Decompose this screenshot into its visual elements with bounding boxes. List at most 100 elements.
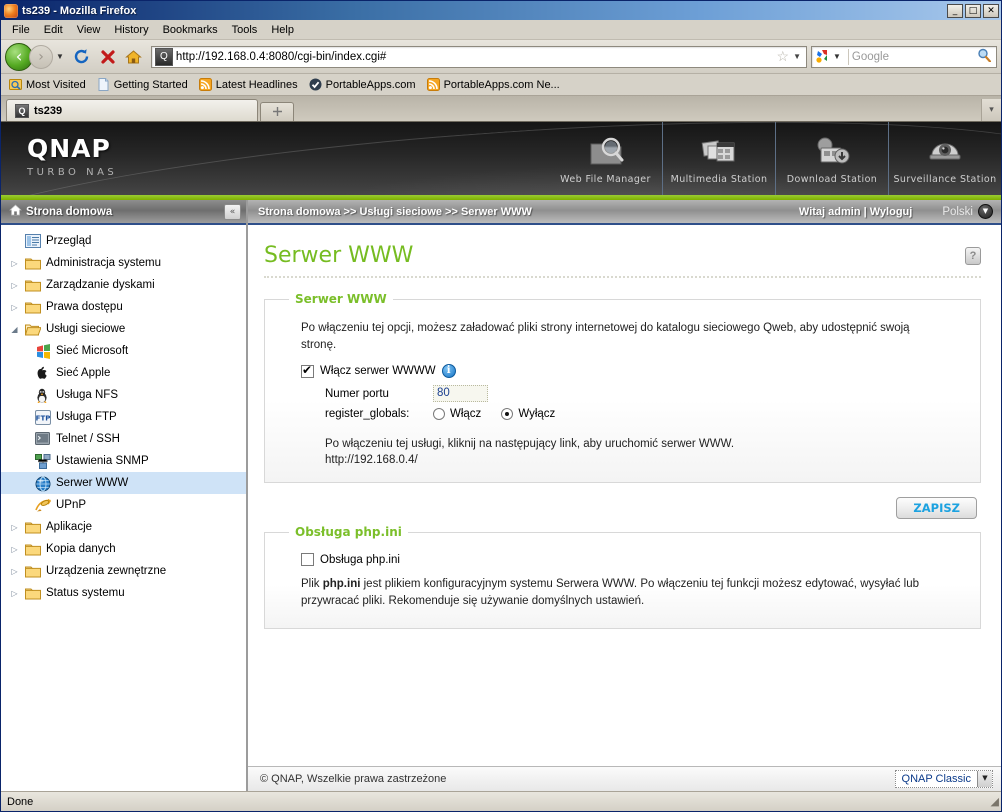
chevron-down-icon[interactable]: ▼ [53,52,69,61]
breadcrumb[interactable]: Strona domowa >> Usługi sieciowe >> Serw… [258,206,532,218]
enable-webserver-row[interactable]: Włącz serwer WWWW i [301,363,966,378]
port-input[interactable]: 80 [433,385,488,402]
close-button[interactable]: ✕ [983,3,999,18]
sidebar-item-label: Telnet / SSH [56,433,120,445]
webserver-link[interactable]: http://192.168.0.4/ [325,454,966,466]
qnap-logo: QNAP [27,134,111,163]
chevron-right-icon[interactable]: ▷ [9,303,20,312]
enable-webserver-checkbox[interactable] [301,363,314,378]
bookmark-portableapps[interactable]: PortableApps.com [307,77,422,92]
sidebar-item-us-uga-nfs[interactable]: Usługa NFS [1,384,246,406]
home-icon[interactable] [121,44,147,70]
sidebar-item-administracja-systemu[interactable]: ▷ Administracja systemu [1,252,246,274]
sidebar-item-upnp[interactable]: UPnP [1,494,246,516]
bookmark-getting-started[interactable]: Getting Started [95,77,194,92]
url-text[interactable]: http://192.168.0.4:8080/cgi-bin/index.cg… [176,51,773,63]
maximize-button[interactable]: □ [965,3,981,18]
phpini-desc-prefix: Plik [301,578,323,590]
chevron-down-icon[interactable]: ◢ [9,325,20,334]
menu-item-file[interactable]: File [5,22,37,38]
sidebar-header: Strona domowa « [1,200,246,225]
info-icon[interactable]: i [441,364,456,378]
menu-item-tools[interactable]: Tools [225,22,265,38]
stop-icon[interactable] [95,44,121,70]
magnifier-icon[interactable] [977,48,996,65]
phpini-checkbox-row[interactable]: Obsługa php.ini [301,553,966,566]
tab-list-icon[interactable]: ▾ [981,99,1001,121]
sidebar-item-serwer-www[interactable]: Serwer WWW [1,472,246,494]
tab-ts239[interactable]: Q ts239 [6,99,258,121]
chevron-down-icon[interactable]: ▼ [833,52,845,61]
sidebar-item-ustawienia-snmp[interactable]: Ustawienia SNMP [1,450,246,472]
sidebar-item-kopia-danych[interactable]: ▷ Kopia danych [1,538,246,560]
sidebar-item-prawa-dost-pu[interactable]: ▷ Prawa dostępu [1,296,246,318]
upnp-icon [35,498,52,513]
chevron-right-icon[interactable]: ▷ [9,259,20,268]
bookmark-portableapps-news[interactable]: PortableApps.com Ne... [425,77,566,92]
station-multimedia[interactable]: Multimedia Station [662,122,775,195]
sidebar-item-aplikacje[interactable]: ▷ Aplikacje [1,516,246,538]
menu-item-bookmarks[interactable]: Bookmarks [156,22,225,38]
bookmark-most-visited[interactable]: Most Visited [7,77,92,92]
sidebar-item-status-systemu[interactable]: ▷ Status systemu [1,582,246,604]
sidebar-item-us-uga-ftp[interactable]: FTP Usługa FTP [1,406,246,428]
chevron-down-icon[interactable]: ▼ [977,771,992,787]
chevron-down-circle-icon[interactable]: ▼ [978,204,993,219]
sidebar-item-us-ugi-sieciowe[interactable]: ◢ Usługi sieciowe [1,318,246,340]
welcome-logout[interactable]: Witaj admin | Wyloguj [799,206,912,218]
language-selector[interactable]: Polski ▼ [942,204,993,219]
sidebar-item-sie-microsoft[interactable]: Sieć Microsoft [1,340,246,362]
new-tab-button[interactable] [260,102,294,121]
register-globals-option-disable[interactable]: Wyłącz [501,408,555,420]
phpini-checkbox[interactable] [301,553,314,566]
chevron-right-icon[interactable]: ▷ [9,567,20,576]
menu-item-edit[interactable]: Edit [37,22,70,38]
sidebar-item-telnet-ssh[interactable]: Telnet / SSH [1,428,246,450]
chevron-right-icon[interactable]: ▷ [9,589,20,598]
google-icon[interactable] [815,49,831,65]
status-text: Done [7,795,34,808]
search-input[interactable]: Google [852,51,977,63]
sidebar-item-sie-apple[interactable]: Sieć Apple [1,362,246,384]
sidebar-item-urz-dzenia-zewn-trzne[interactable]: ▷ Urządzenia zewnętrzne [1,560,246,582]
bookmark-latest-headlines[interactable]: Latest Headlines [197,77,304,92]
menu-item-history[interactable]: History [107,22,155,38]
save-button[interactable]: ZAPISZ [896,497,977,519]
help-button[interactable]: ? [965,246,981,265]
radio-disable[interactable] [501,408,514,420]
station-shortcuts: Web File Manager Multimedia Station Down… [549,122,1001,195]
skin-select[interactable]: QNAP Classic ▼ [894,770,993,788]
sidebar-item-zarz-dzanie-dyskami[interactable]: ▷ Zarządzanie dyskami [1,274,246,296]
chevron-right-icon[interactable]: ▷ [9,281,20,290]
chevron-down-icon[interactable]: ▼ [793,52,806,61]
url-bar[interactable]: Q http://192.168.0.4:8080/cgi-bin/index.… [150,45,807,68]
language-label: Polski [942,205,973,218]
resize-grip[interactable]: ◢ [991,795,999,808]
skin-select-value: QNAP Classic [901,773,971,785]
register-globals-option-enable[interactable]: Włącz [433,408,481,420]
station-download[interactable]: Download Station [775,122,888,195]
copyright-text: © QNAP, Wszelkie prawa zastrzeżone [260,773,447,785]
port-row: Numer portu 80 [325,385,966,402]
forward-arrow-icon[interactable]: › [29,44,53,69]
reload-icon[interactable] [69,44,95,70]
chevron-right-icon[interactable]: ▷ [9,523,20,532]
minimize-button[interactable]: _ [947,3,963,18]
page-title-row: Serwer WWW ? [264,225,981,276]
radio-enable[interactable] [433,408,445,420]
qnap-favicon: Q [154,47,173,66]
sidebar-item-przegl-d[interactable]: Przegląd [1,230,246,252]
chevron-right-icon[interactable]: ▷ [9,545,20,554]
station-web-file-manager[interactable]: Web File Manager [549,122,662,195]
star-icon[interactable]: ☆ [773,48,794,65]
menu-item-view[interactable]: View [70,22,108,38]
station-surveillance[interactable]: Surveillance Station [888,122,1001,195]
windows-icon [35,343,51,359]
menu-item-help[interactable]: Help [264,22,301,38]
search-bar[interactable]: ▼ Google [811,45,997,68]
sidebar: Strona domowa « Przegląd ▷ Administracja s… [1,200,248,791]
breadcrumb-bar: Strona domowa >> Usługi sieciowe >> Serw… [248,200,1001,225]
collapse-left-icon[interactable]: « [224,203,241,220]
phpini-desc-bold: php.ini [322,578,361,590]
sidebar-item-label: Sieć Apple [56,367,111,379]
